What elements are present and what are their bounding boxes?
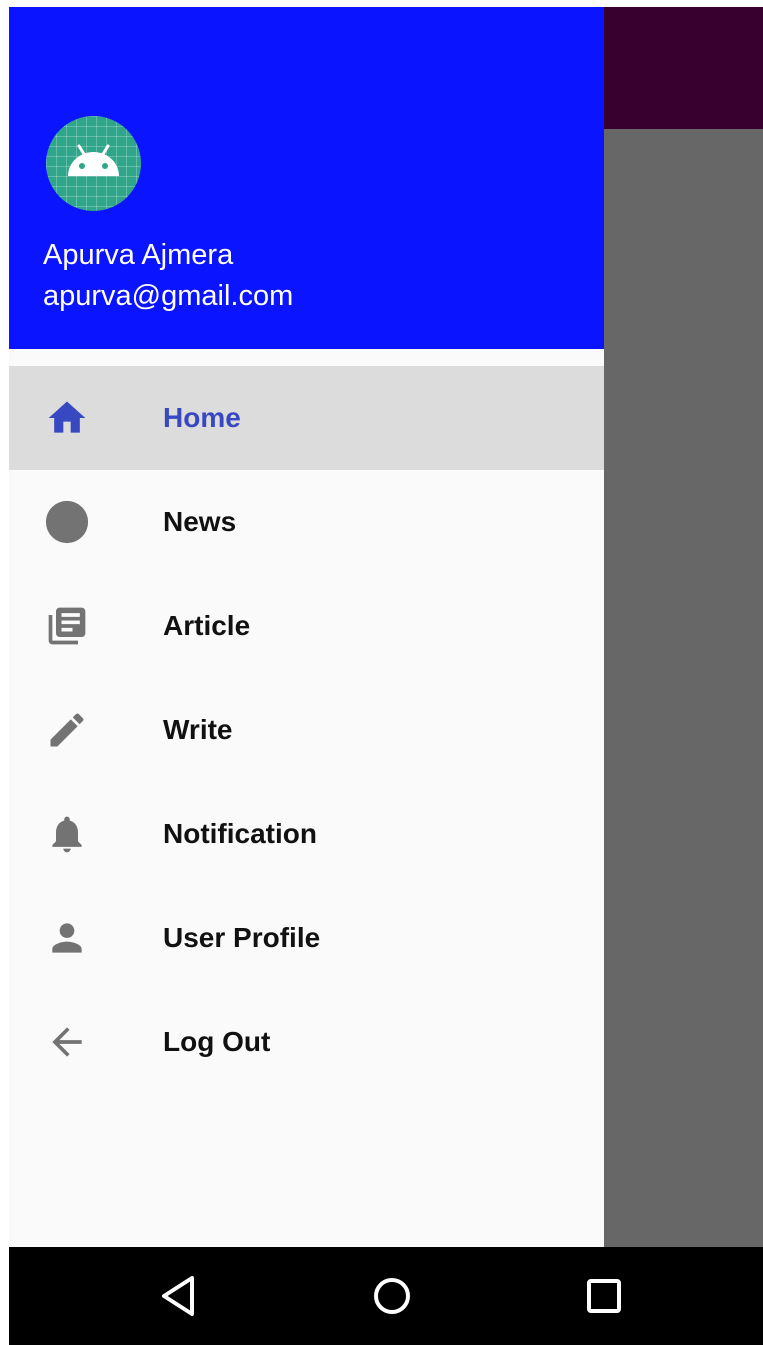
navigation-drawer: Apurva Ajmera apurva@gmail.com Home News [9, 7, 604, 1247]
menu-item-user-profile[interactable]: User Profile [9, 886, 604, 990]
menu-item-news[interactable]: News [9, 470, 604, 574]
menu-item-home[interactable]: Home [9, 366, 604, 470]
app-toolbar [604, 7, 763, 129]
user-email: apurva@gmail.com [43, 280, 294, 312]
avatar[interactable] [46, 116, 141, 211]
recents-icon[interactable] [579, 1271, 629, 1321]
arrow-back-icon [45, 1020, 89, 1064]
library-books-icon [45, 604, 89, 648]
person-icon [45, 916, 89, 960]
menu-item-notification[interactable]: Notification [9, 782, 604, 886]
android-icon [68, 144, 119, 176]
menu-item-write[interactable]: Write [9, 678, 604, 782]
menu-item-label: Article [163, 610, 251, 641]
menu-item-label: Write [163, 714, 233, 745]
circle-icon [45, 500, 89, 544]
menu-item-article[interactable]: Article [9, 574, 604, 678]
drawer-menu: Home News Article Write Notification Use… [9, 366, 604, 1094]
menu-item-label: Notification [163, 818, 317, 849]
screen: Apurva Ajmera apurva@gmail.com Home News [9, 7, 763, 1345]
system-navigation-bar [9, 1247, 763, 1345]
drawer-header: Apurva Ajmera apurva@gmail.com [9, 7, 604, 349]
menu-item-log-out[interactable]: Log Out [9, 990, 604, 1094]
home-circle-icon[interactable] [367, 1271, 417, 1321]
back-icon[interactable] [154, 1271, 204, 1321]
home-icon [45, 396, 89, 440]
menu-item-label: Home [163, 402, 241, 433]
pencil-icon [45, 708, 89, 752]
app-content-scrim[interactable] [604, 129, 763, 1247]
bell-icon [45, 812, 89, 856]
menu-item-label: User Profile [163, 922, 321, 953]
user-name: Apurva Ajmera [43, 239, 234, 271]
menu-item-label: Log Out [163, 1026, 271, 1057]
menu-item-label: News [163, 506, 237, 537]
